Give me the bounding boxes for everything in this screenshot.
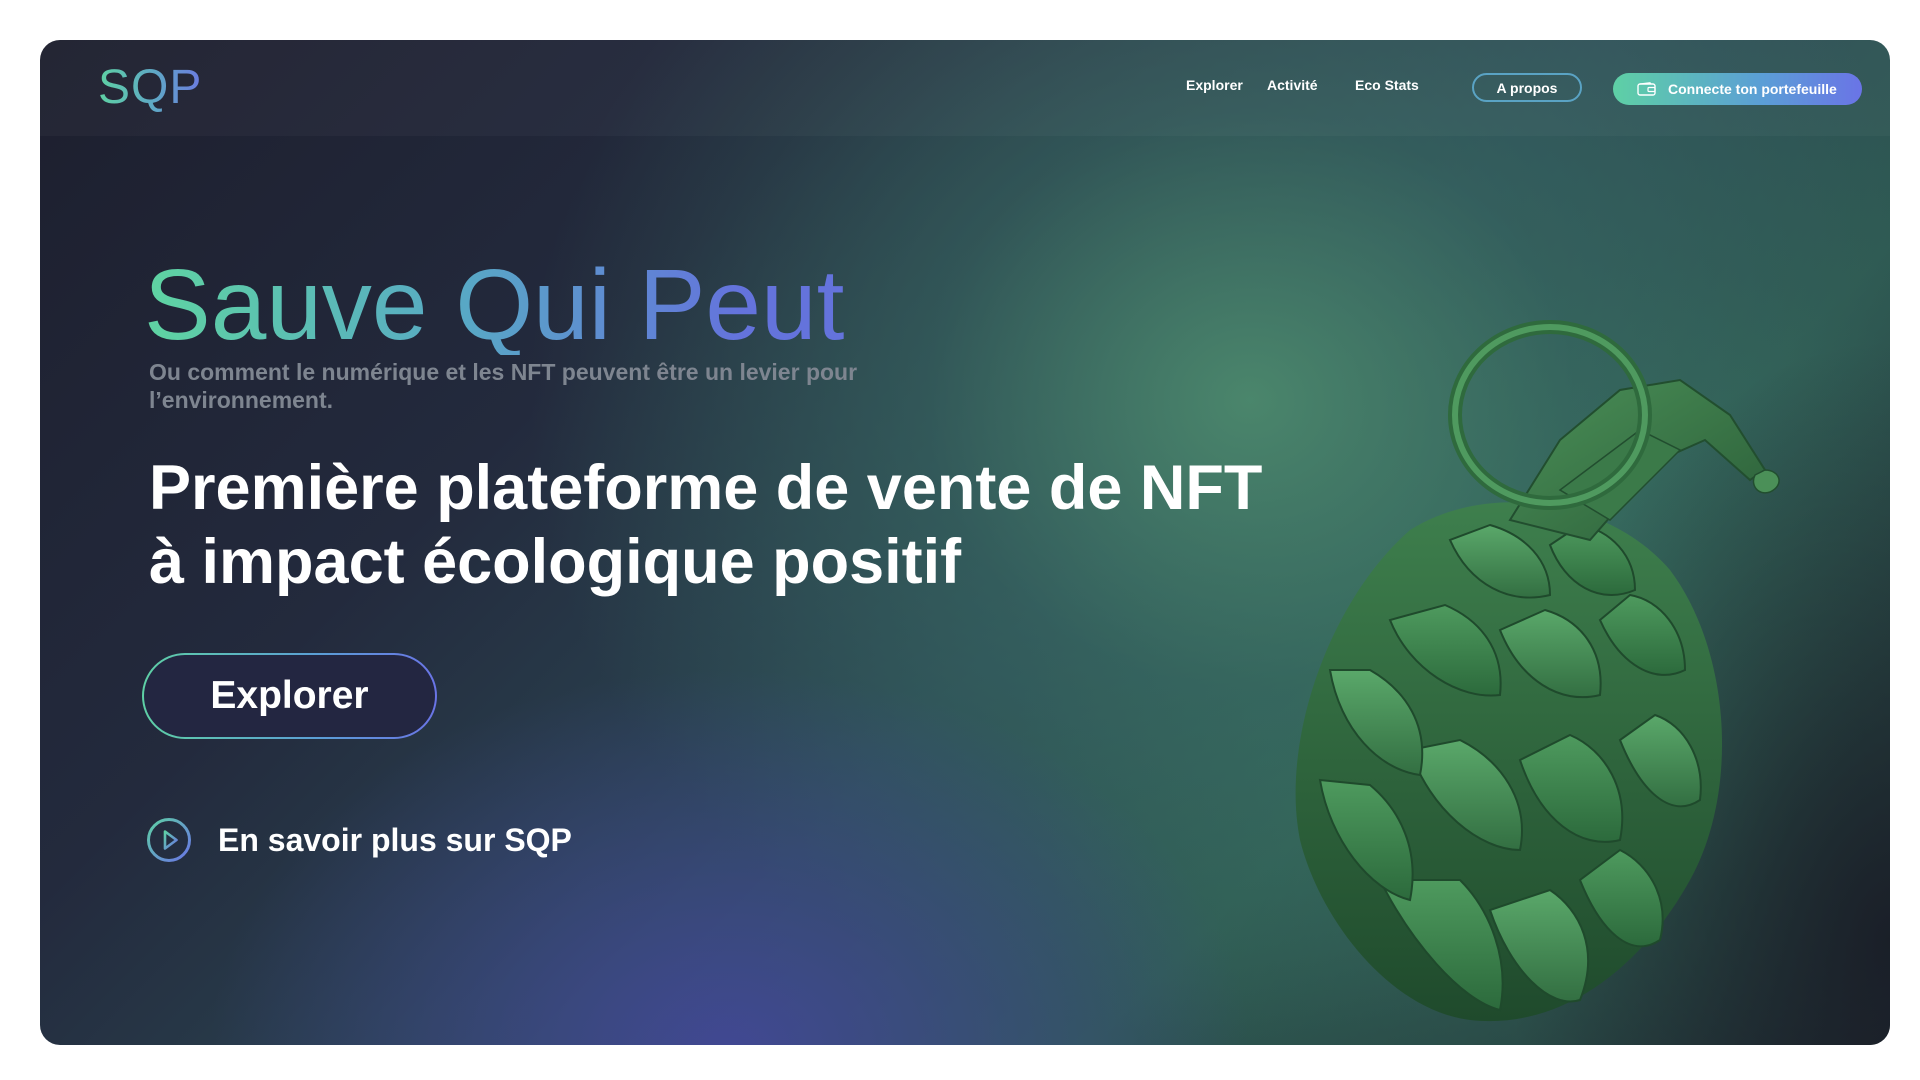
wallet-icon	[1637, 82, 1656, 96]
learn-more-link[interactable]: En savoir plus sur SQP	[146, 817, 572, 863]
hero-title: Sauve Qui Peut	[144, 249, 845, 361]
explore-button-label: Explorer	[210, 674, 369, 717]
headline: Première plateforme de vente de NFT à im…	[149, 451, 1349, 599]
hero-subtitle: Ou comment le numérique et les NFT peuve…	[149, 359, 858, 413]
play-circle-icon	[147, 818, 191, 862]
explore-button[interactable]: Explorer	[142, 653, 437, 739]
logo[interactable]: SQP	[98, 60, 202, 115]
about-button[interactable]: A propos	[1472, 73, 1582, 102]
nav-link-eco-stats[interactable]: Eco Stats	[1355, 77, 1419, 93]
connect-wallet-button[interactable]: Connecte ton portefeuille	[1613, 73, 1862, 105]
explore-button-inner: Explorer	[144, 655, 435, 737]
artichoke-grenade-illustration	[1295, 320, 1780, 1022]
hero-frame: SQP Explorer Activité Eco Stats A propos…	[40, 40, 1890, 1045]
about-button-label: A propos	[1496, 79, 1558, 96]
headline-line-1: Première plateforme de vente de NFT	[149, 453, 1263, 523]
nav-link-activite[interactable]: Activité	[1267, 77, 1318, 93]
connect-wallet-label: Connecte ton portefeuille	[1668, 81, 1837, 97]
learn-more-label: En savoir plus sur SQP	[218, 821, 572, 858]
nav-link-explorer[interactable]: Explorer	[1186, 77, 1243, 93]
navbar: SQP Explorer Activité Eco Stats A propos…	[40, 40, 1890, 136]
headline-line-2: à impact écologique positif	[149, 527, 962, 597]
